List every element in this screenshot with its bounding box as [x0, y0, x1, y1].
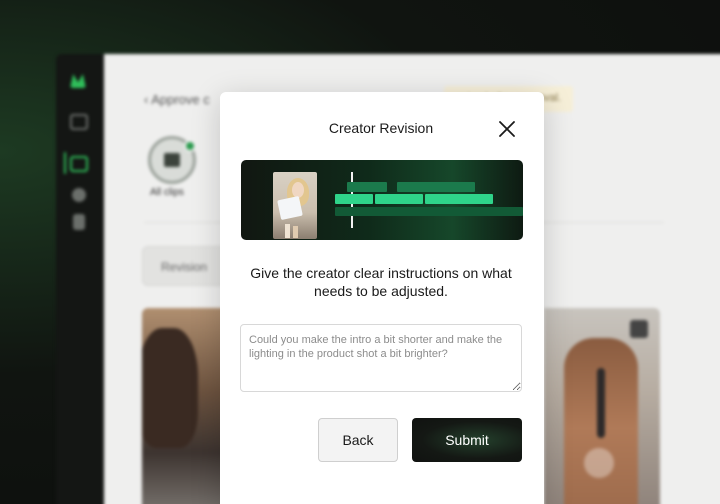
- submit-button[interactable]: Submit: [412, 418, 522, 462]
- clips-nav-icon[interactable]: [70, 156, 88, 172]
- play-icon[interactable]: [584, 448, 614, 478]
- box-icon[interactable]: [72, 188, 86, 202]
- thumbnail-bottle: [285, 224, 290, 238]
- back-button[interactable]: Back: [318, 418, 398, 462]
- video-thumbnail-right[interactable]: [544, 308, 660, 504]
- thumbnail-card: [277, 195, 303, 221]
- timeline-segment: [425, 194, 493, 204]
- brand-logo-icon: [70, 74, 86, 88]
- timeline-segment: [335, 194, 373, 204]
- revision-notes-input[interactable]: [240, 324, 522, 392]
- toolbox-icon: [630, 320, 648, 338]
- creator-revision-modal: Creator Revision Give the creator clear …: [220, 92, 544, 504]
- timeline-segment: [375, 194, 423, 204]
- video-camera-icon[interactable]: [70, 114, 88, 130]
- timeline-segment: [335, 207, 523, 216]
- clips-icon: [164, 153, 180, 167]
- tattoo: [597, 368, 605, 438]
- back-link[interactable]: ‹ Approve c: [144, 92, 210, 107]
- all-clips-label: All clips: [150, 187, 184, 198]
- status-dot: [184, 140, 196, 152]
- timeline-segment: [397, 182, 475, 192]
- video-thumbnail: [273, 172, 317, 239]
- video-thumbnail-left[interactable]: [142, 308, 224, 504]
- document-icon[interactable]: [73, 214, 85, 230]
- instructions-text: Give the creator clear instructions on w…: [250, 265, 512, 299]
- sidebar-active-indicator: [64, 152, 66, 174]
- video-timeline-preview: [241, 160, 523, 240]
- close-icon: [499, 121, 515, 137]
- timeline-segment: [347, 182, 387, 192]
- thumbnail-bottle: [293, 226, 298, 238]
- close-button[interactable]: [494, 116, 520, 142]
- person-silhouette: [142, 328, 198, 448]
- sidebar: [56, 54, 104, 504]
